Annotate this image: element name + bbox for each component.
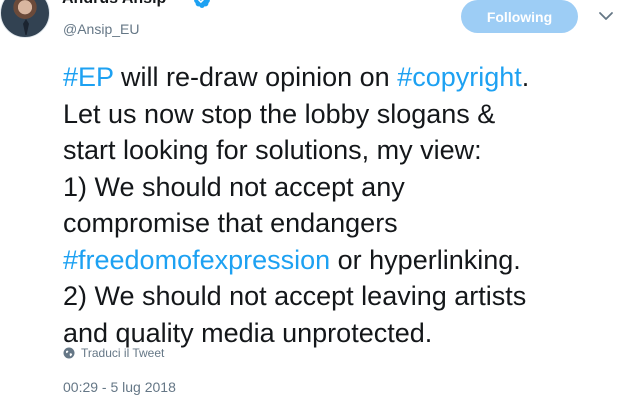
author-handle[interactable]: @Ansip_EU (63, 21, 139, 37)
chevron-down-icon[interactable] (598, 10, 614, 22)
tweet-timestamp[interactable]: 00:29 - 5 lug 2018 (63, 379, 176, 395)
tweet-text-segment: or hyperlinking. (330, 244, 521, 275)
tweet-line-1: #EP will re-draw opinion on #copyright. (63, 59, 628, 96)
tweet-text: #EP will re-draw opinion on #copyright. … (63, 59, 628, 351)
hashtag-link-freedomofexpression[interactable]: #freedomofexpression (63, 245, 330, 275)
verified-badge-icon (194, 0, 210, 8)
tweet-line-3: start looking for solutions, my view: (63, 135, 482, 165)
translate-tweet-label: Traduci il Tweet (81, 346, 165, 360)
tweet-text-segment: . (521, 62, 530, 92)
avatar-image-detail (23, 19, 29, 35)
avatar[interactable] (0, 0, 50, 38)
tweet-line-2: Let us now stop the lobby slogans & (63, 98, 496, 129)
tweet-line-4: 1) We should not accept any (63, 171, 405, 202)
tweet-line-6: #freedomofexpression or hyperlinking. (63, 242, 628, 279)
tweet-text-segment: will re-draw opinion on (113, 62, 398, 92)
tweet-line-7: 2) We should not accept leaving artists (63, 281, 527, 311)
following-button[interactable]: Following (461, 0, 578, 33)
globe-icon (63, 347, 75, 359)
translate-tweet-link[interactable]: Traduci il Tweet (63, 346, 164, 360)
hashtag-link-copyright[interactable]: #copyright (397, 62, 522, 92)
hashtag-link-ep[interactable]: #EP (63, 62, 114, 92)
tweet-line-5: compromise that endangers (63, 208, 398, 238)
author-display-name[interactable]: Andrus Ansip (62, 0, 166, 8)
